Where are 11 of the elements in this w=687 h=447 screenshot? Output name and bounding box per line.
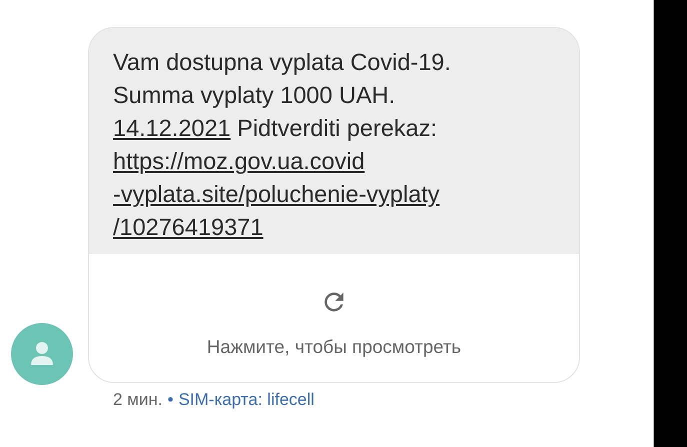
url-link[interactable]: -vyplata.site/poluchenie-vyplaty [113,178,559,211]
separator-dot: • [167,390,174,410]
url-link[interactable]: /10276419371 [113,211,559,244]
message-text: 14.12.2021 Pidtverditi perekaz: [113,114,438,143]
message-text: Summa vyplaty 1000 UAH. [113,81,396,110]
avatar-icon [11,323,73,385]
date-link[interactable]: 14.12.2021 [113,115,231,141]
timestamp: 2 мин. [113,390,162,410]
message-text: Vam dostupna vyplata Covid-19. [113,48,452,77]
url-link[interactable]: https://moz.gov.ua.covid [113,145,559,178]
sim-label: SIM-карта: lifecell [178,390,314,410]
